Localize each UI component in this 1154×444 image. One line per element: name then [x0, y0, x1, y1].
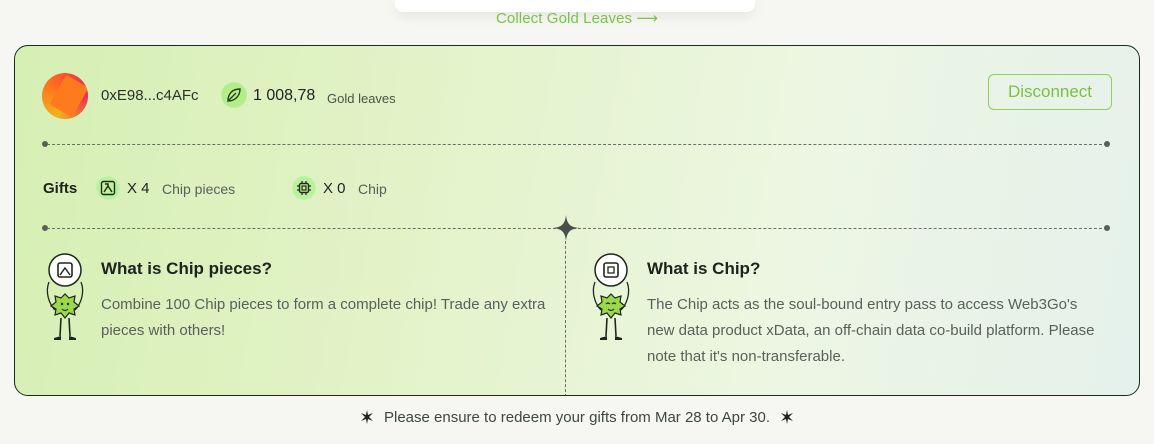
mascot-chip-icon [592, 253, 630, 340]
divider-top [47, 144, 1107, 145]
burst-icon [781, 410, 794, 424]
chip-name: Chip [358, 181, 387, 197]
wallet-address: 0xE98...c4AFc [101, 87, 199, 104]
info-text-chip-pieces: Combine 100 Chip pieces to form a comple… [101, 296, 546, 339]
chip-icon [292, 176, 316, 200]
disconnect-button[interactable]: Disconnect [988, 74, 1112, 110]
divider-dot-right [1104, 225, 1110, 231]
info-title-chip-pieces: What is Chip pieces? [101, 259, 272, 278]
chip-pieces-count: X 4 [127, 180, 150, 197]
redeem-note-text: Please ensure to redeem your gifts from … [383, 409, 771, 426]
sparkle-icon [553, 215, 579, 241]
collect-gold-leaves-link[interactable]: Collect Gold Leaves ⟶ [0, 9, 1154, 27]
divider-dot-right [1104, 141, 1110, 147]
chip-count: X 0 [323, 180, 346, 197]
info-text-chip: The Chip acts as the soul-bound entry pa… [647, 296, 1095, 365]
info-title-chip: What is Chip? [647, 259, 761, 278]
avatar [42, 73, 88, 119]
gifts-label: Gifts [43, 180, 78, 197]
column-divider [565, 241, 566, 395]
chip-pieces-icon [96, 176, 120, 200]
gifts-card: 0xE98...c4AFc 1 008,78 Gold leaves Disco… [14, 45, 1140, 396]
leaf-icon [221, 82, 247, 108]
leaf-amount: 1 008,78 [253, 87, 316, 104]
mascot-chip-pieces-icon [46, 253, 84, 340]
chip-pieces-name: Chip pieces [162, 181, 236, 197]
leaf-unit: Gold leaves [327, 91, 396, 106]
redeem-note: Please ensure to redeem your gifts from … [0, 409, 1154, 426]
burst-icon [360, 410, 373, 424]
